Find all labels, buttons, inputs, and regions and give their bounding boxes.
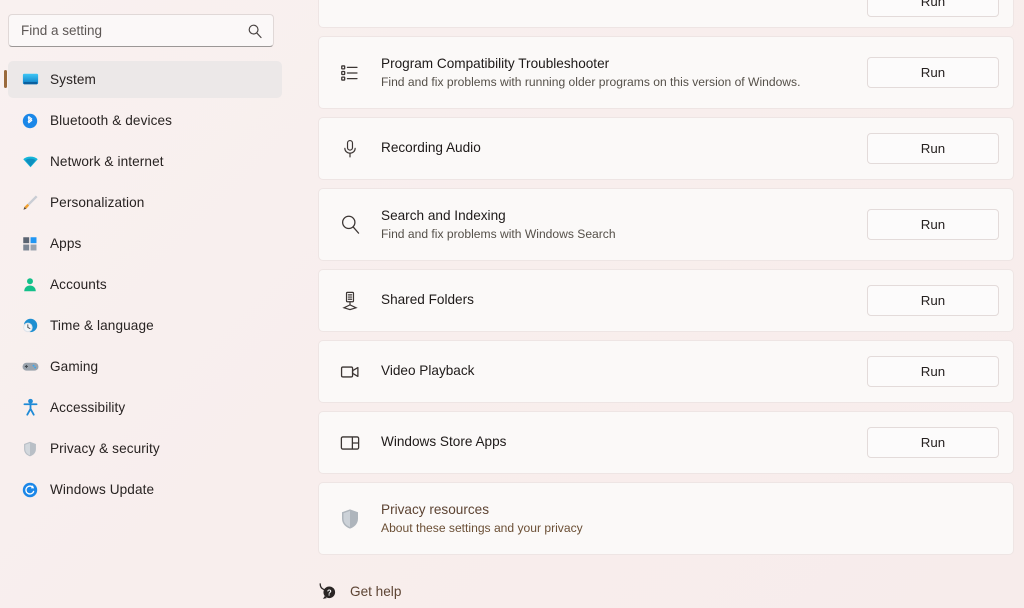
search-input[interactable]	[21, 23, 247, 38]
sidebar-item-label: Bluetooth & devices	[50, 113, 173, 128]
table-row[interactable]: Recording Audio Run	[318, 117, 1014, 180]
sidebar-item-label: Time & language	[50, 318, 154, 333]
paintbrush-icon	[20, 193, 40, 213]
list-icon	[319, 62, 381, 84]
get-help-label: Get help	[350, 583, 402, 599]
privacy-resources-card[interactable]: Privacy resources About these settings a…	[318, 482, 1014, 555]
sidebar-item-label: Accessibility	[50, 400, 126, 415]
card-title: Recording Audio	[381, 140, 481, 156]
card-title: Windows Store Apps	[381, 434, 507, 450]
gamepad-icon	[20, 357, 40, 377]
shield-icon	[319, 507, 381, 531]
run-button[interactable]: Run	[867, 57, 999, 88]
table-row[interactable]: Windows Store Apps Run	[318, 411, 1014, 474]
search-icon	[247, 23, 263, 39]
get-help-link[interactable]: ? Get help	[318, 581, 1010, 601]
sidebar-item-time-language[interactable]: Time & language	[8, 307, 282, 344]
search-icon	[319, 213, 381, 236]
search-container	[8, 14, 274, 47]
privacy-title: Privacy resources	[381, 501, 490, 517]
run-button[interactable]: Run	[867, 133, 999, 164]
sidebar-item-system[interactable]: System	[4, 61, 282, 98]
troubleshooter-list: Run Program Compatibility Troubleshooter…	[318, 0, 1014, 555]
svg-text:?: ?	[327, 588, 332, 597]
bluetooth-icon	[20, 111, 40, 131]
update-refresh-icon	[20, 480, 40, 500]
run-button[interactable]: Run	[867, 427, 999, 458]
run-button[interactable]: Run	[867, 209, 999, 240]
apps-grid-icon	[20, 234, 40, 254]
card-title: Program Compatibility Troubleshooter	[381, 55, 610, 71]
privacy-subtitle-link[interactable]: About these settings and your privacy	[381, 520, 999, 536]
sidebar-item-label: Personalization	[50, 195, 145, 210]
sidebar-item-gaming[interactable]: Gaming	[8, 348, 282, 385]
card-title: Shared Folders	[381, 292, 474, 308]
sidebar-item-privacy-security[interactable]: Privacy & security	[8, 430, 282, 467]
run-button[interactable]: Run	[867, 285, 999, 316]
server-share-icon	[319, 290, 381, 312]
sidebar-item-accounts[interactable]: Accounts	[8, 266, 282, 303]
sidebar-nav: System Bluetooth & devices Network & int…	[0, 57, 290, 508]
card-text: Windows Store Apps	[381, 433, 867, 451]
card-subtitle: Find and fix problems with running older…	[381, 75, 801, 90]
monitor-icon	[20, 70, 40, 90]
sidebar-item-label: Windows Update	[50, 482, 155, 497]
shield-icon	[20, 439, 40, 459]
card-text: Video Playback	[381, 362, 867, 380]
sidebar-item-label: Privacy & security	[50, 441, 160, 456]
microphone-icon	[319, 138, 381, 160]
accessibility-icon	[20, 398, 40, 418]
table-row[interactable]: Program Compatibility Troubleshooter Fin…	[318, 36, 1014, 109]
app-window-icon	[319, 432, 381, 454]
run-button[interactable]: Run	[867, 0, 999, 17]
sidebar-item-accessibility[interactable]: Accessibility	[8, 389, 282, 426]
sidebar-item-label: System	[50, 72, 96, 87]
card-subtitle: Find and fix problems with Windows Searc…	[381, 227, 616, 242]
table-row[interactable]: Run	[318, 0, 1014, 28]
person-icon	[20, 275, 40, 295]
video-camera-icon	[319, 361, 381, 383]
main-content: Run Program Compatibility Troubleshooter…	[290, 0, 1024, 608]
card-title: Search and Indexing	[381, 207, 506, 223]
search-box[interactable]	[8, 14, 274, 47]
sidebar-item-label: Accounts	[50, 277, 107, 292]
wifi-icon	[20, 152, 40, 172]
card-text: Search and Indexing Find and fix problem…	[381, 207, 867, 243]
card-title: Video Playback	[381, 363, 475, 379]
table-row[interactable]: Video Playback Run	[318, 340, 1014, 403]
card-text: Program Compatibility Troubleshooter Fin…	[381, 55, 867, 91]
run-button[interactable]: Run	[867, 356, 999, 387]
clock-globe-icon	[20, 316, 40, 336]
help-question-icon: ?	[318, 581, 338, 601]
sidebar-item-bluetooth-devices[interactable]: Bluetooth & devices	[8, 102, 282, 139]
card-text: Shared Folders	[381, 291, 867, 309]
sidebar-item-apps[interactable]: Apps	[8, 225, 282, 262]
sidebar-item-label: Network & internet	[50, 154, 164, 169]
sidebar-item-label: Gaming	[50, 359, 99, 374]
card-text: Recording Audio	[381, 139, 867, 157]
table-row[interactable]: Search and Indexing Find and fix problem…	[318, 188, 1014, 261]
sidebar-item-personalization[interactable]: Personalization	[8, 184, 282, 221]
sidebar-item-windows-update[interactable]: Windows Update	[8, 471, 282, 508]
card-text: Privacy resources About these settings a…	[381, 501, 999, 537]
sidebar-item-network-internet[interactable]: Network & internet	[8, 143, 282, 180]
table-row[interactable]: Shared Folders Run	[318, 269, 1014, 332]
sidebar: System Bluetooth & devices	[0, 0, 290, 608]
settings-window: System Bluetooth & devices	[0, 0, 1024, 608]
sidebar-item-label: Apps	[50, 236, 82, 251]
